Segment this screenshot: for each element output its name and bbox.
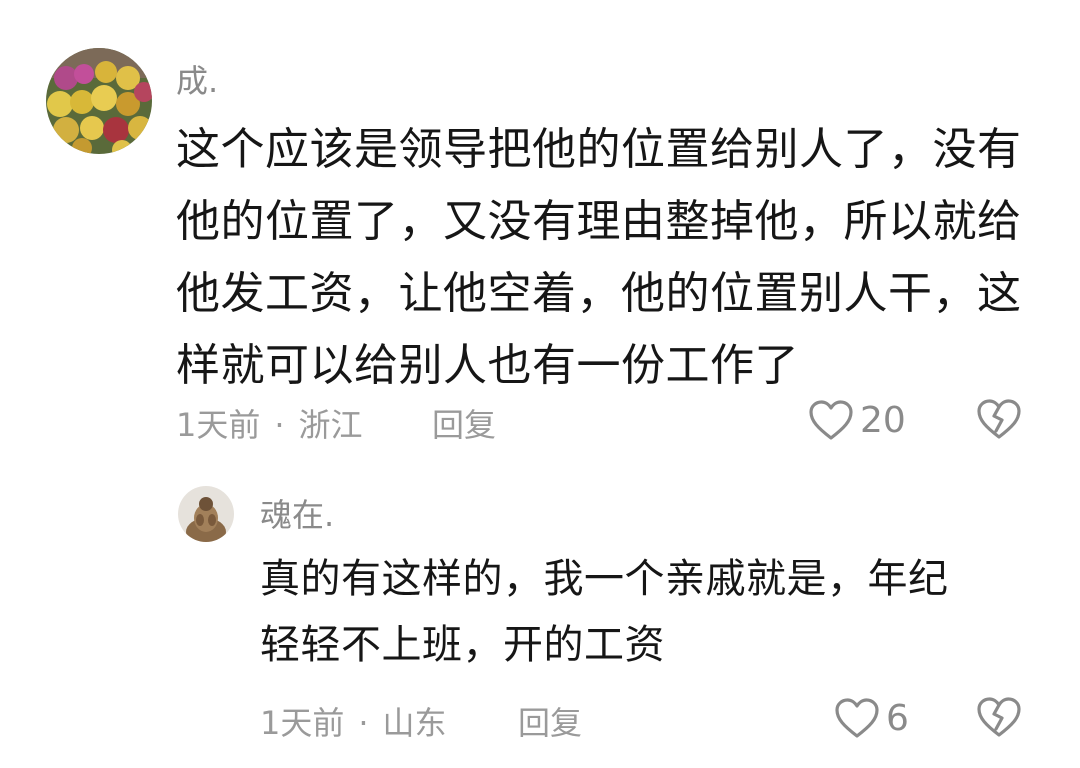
comment-text-line: 轻轻不上班，开的工资 (260, 622, 665, 668)
dislike-button[interactable] (976, 398, 1022, 444)
comment-meta: 1天前 · 浙江 (176, 400, 363, 446)
comment-location: 浙江 (298, 406, 363, 444)
comment-text-line: 他发工资，让他空着，他的位置别人干，这 (176, 268, 1022, 319)
broken-heart-icon (977, 399, 1021, 439)
comment-text-line: 这个应该是领导把他的位置给别人了，没有 (176, 124, 1022, 175)
reply-button[interactable]: 回复 (432, 400, 496, 446)
meta-separator: · (358, 704, 369, 742)
like-button[interactable]: 6 (834, 696, 909, 740)
reply-button[interactable]: 回复 (518, 698, 582, 744)
like-count: 6 (886, 697, 909, 739)
statue-avatar (178, 486, 234, 542)
like-button[interactable]: 20 (808, 398, 906, 442)
comment-text-line: 真的有这样的，我一个亲戚就是，年纪 (260, 556, 949, 602)
username[interactable]: 魂在. (260, 490, 334, 536)
like-count: 20 (860, 399, 906, 441)
comment-location: 山东 (382, 704, 447, 742)
username[interactable]: 成. (176, 56, 218, 102)
broken-heart-icon (977, 697, 1021, 737)
chrysanthemum-flowers-avatar (46, 48, 152, 154)
comment-time: 1天前 (260, 704, 345, 742)
heart-outline-icon (809, 400, 853, 440)
dislike-button[interactable] (976, 696, 1022, 742)
comment-text-line: 他的位置了，又没有理由整掉他，所以就给 (176, 196, 1022, 247)
comment-text-line: 样就可以给别人也有一份工作了 (176, 340, 799, 391)
comment-text: 这个应该是领导把他的位置给别人了，没有 他的位置了，又没有理由整掉他，所以就给 … (176, 114, 1022, 402)
comment-meta: 1天前 · 山东 (260, 698, 447, 744)
comment-thread: { "comments": [ { "username": "成.", "tex… (0, 0, 1080, 768)
avatar[interactable] (46, 48, 152, 154)
meta-separator: · (274, 406, 285, 444)
avatar[interactable] (178, 486, 234, 542)
heart-outline-icon (835, 698, 879, 738)
comment-time: 1天前 (176, 406, 261, 444)
comment-text: 真的有这样的，我一个亲戚就是，年纪 轻轻不上班，开的工资 (260, 546, 949, 678)
